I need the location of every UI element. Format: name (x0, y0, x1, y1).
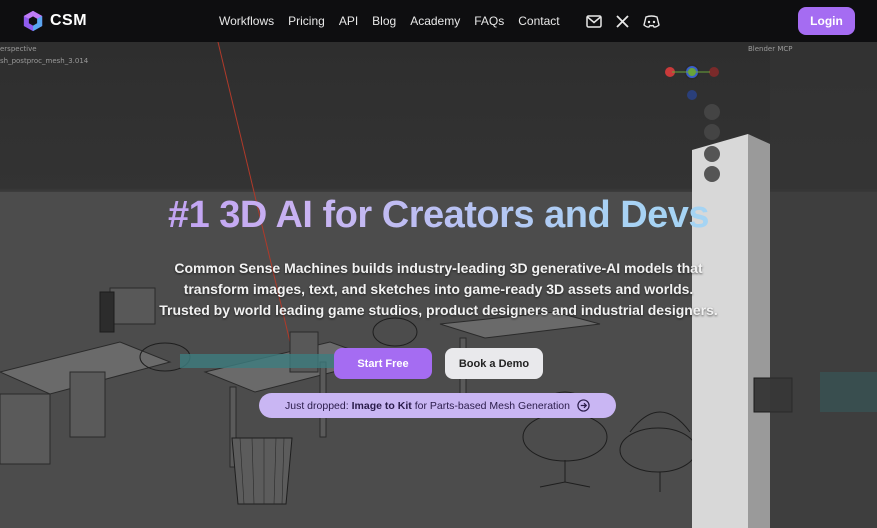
nav-link-faqs[interactable]: FAQs (474, 14, 504, 28)
csm-logo-icon (23, 10, 43, 32)
brand-logo[interactable]: CSM (22, 10, 87, 32)
nav-link-pricing[interactable]: Pricing (288, 14, 325, 28)
announcement-banner[interactable]: Just dropped: Image to Kit for Parts-bas… (259, 393, 616, 418)
nav-link-api[interactable]: API (339, 14, 358, 28)
nav-links: Workflows Pricing API Blog Academy FAQs … (219, 0, 560, 42)
top-navbar: CSM Workflows Pricing API Blog Academy F… (0, 0, 877, 42)
hero-subtitle-line: Trusted by world leading game studios, p… (159, 302, 718, 318)
arrow-right-circle-icon (577, 399, 590, 412)
nav-link-academy[interactable]: Academy (410, 14, 460, 28)
hero-subtitle-line: transform images, text, and sketches int… (183, 281, 694, 297)
hero-subtitle-line: Common Sense Machines builds industry-le… (174, 260, 703, 276)
mail-icon[interactable] (586, 14, 602, 28)
announcement-suffix: for Parts-based Mesh Generation (414, 399, 570, 412)
viewport-mode-label: erspective (0, 45, 37, 53)
outliner-label: Blender MCP (748, 45, 793, 53)
brand-name: CSM (50, 12, 88, 29)
x-icon[interactable] (616, 14, 629, 28)
hero-subtitle: Common Sense Machines builds industry-le… (120, 258, 757, 321)
start-free-button[interactable]: Start Free (334, 348, 432, 379)
book-demo-button[interactable]: Book a Demo (445, 348, 543, 379)
login-button[interactable]: Login (798, 7, 855, 35)
viewport-object-label: sh_postproc_mesh_3.014 (0, 57, 89, 65)
announcement-prefix: Just dropped: (285, 399, 349, 412)
announcement-highlight: Image to Kit (351, 399, 412, 412)
nav-link-workflows[interactable]: Workflows (219, 14, 274, 28)
nav-link-contact[interactable]: Contact (518, 14, 559, 28)
hero-title: #1 3D AI for Creators and Devs (0, 194, 877, 237)
nav-link-blog[interactable]: Blog (372, 14, 396, 28)
social-icons (586, 0, 660, 42)
discord-icon[interactable] (643, 14, 660, 28)
